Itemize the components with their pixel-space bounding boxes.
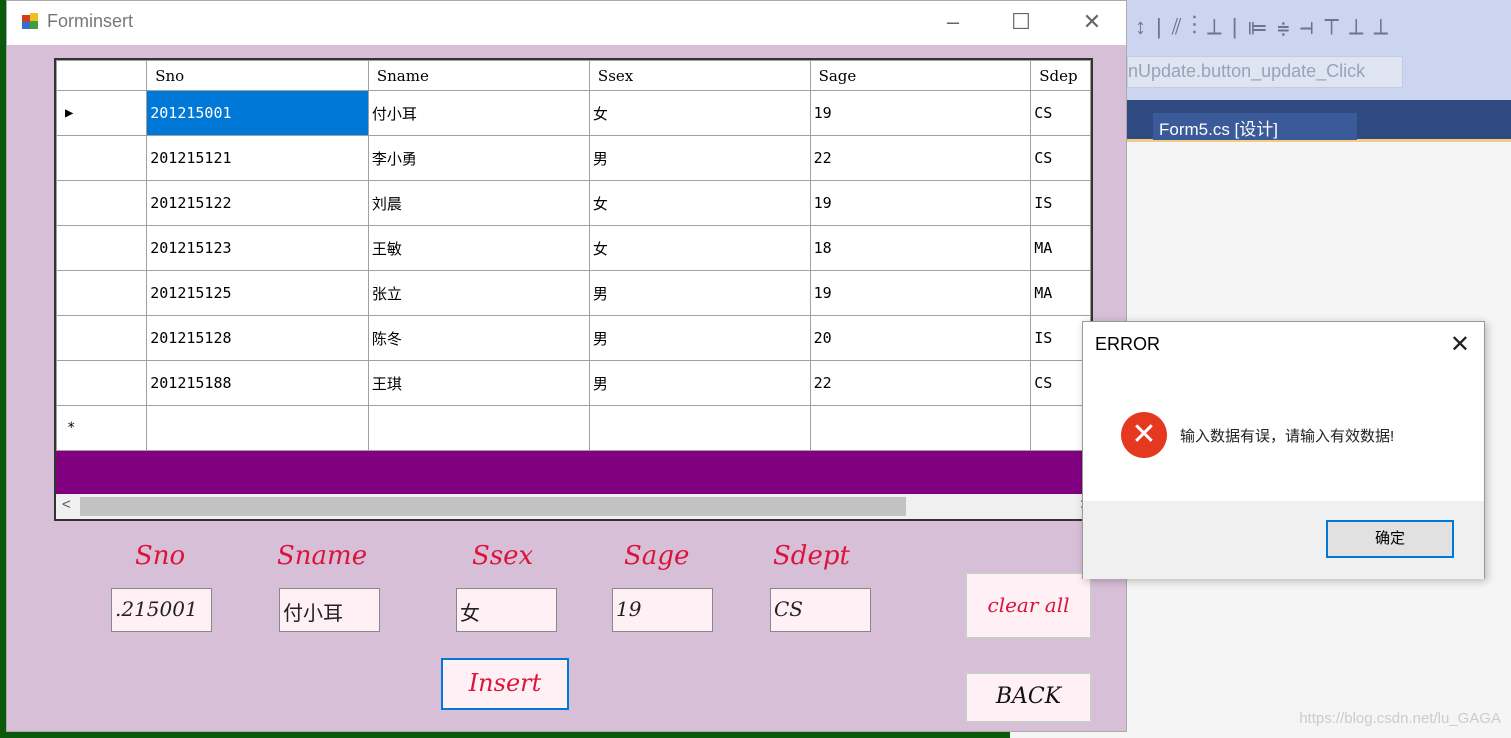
ide-tab-form5[interactable]: Form5.cs [设计] (1153, 113, 1357, 140)
column-header-sdep[interactable]: Sdep (1030, 60, 1091, 91)
table-row[interactable]: 201215125 张立男 19 MA (56, 270, 1091, 316)
cell-ssex[interactable]: 男 (588, 315, 811, 361)
cell-sage[interactable]: 20 (809, 315, 1032, 361)
table-row[interactable]: 201215122 刘晨女 19 IS (56, 180, 1091, 226)
cell-sname[interactable]: 张立 (367, 270, 590, 316)
cell-sname[interactable]: 李小勇 (367, 135, 590, 181)
ssex-input[interactable]: 女 (456, 588, 557, 632)
row-header[interactable] (56, 315, 148, 361)
scrollbar-thumb[interactable] (80, 497, 906, 516)
table-row[interactable]: ▶ 201215001 付小耳女 19 CS (56, 90, 1091, 136)
table-row[interactable]: 201215128 陈冬男 20 IS (56, 315, 1091, 361)
cell-sage[interactable]: 22 (809, 135, 1032, 181)
empty-cell[interactable] (367, 405, 590, 451)
cell-sno[interactable]: 201215128 (146, 315, 369, 361)
row-header[interactable] (56, 135, 148, 181)
ide-layout-tools: ↕|⫽⋮⊥|⊫≑⊣⊤⊥⊥ (1135, 14, 1399, 39)
cell-ssex[interactable]: 男 (588, 360, 811, 406)
cell-sage[interactable]: 19 (809, 270, 1032, 316)
new-row[interactable]: * (56, 405, 1091, 451)
back-button[interactable]: BACK (965, 672, 1092, 723)
sdept-input[interactable]: CS (770, 588, 871, 632)
cell-sname[interactable]: 刘晨 (367, 180, 590, 226)
cell-ssex[interactable]: 女 (588, 90, 811, 136)
cell-sname[interactable]: 王敏 (367, 225, 590, 271)
cell-sno[interactable]: 201215125 (146, 270, 369, 316)
empty-cell[interactable] (146, 405, 369, 451)
table-row[interactable]: 201215121 李小勇男 22 CS (56, 135, 1091, 181)
row-header[interactable] (56, 270, 148, 316)
column-header-ssex[interactable]: Ssex (588, 60, 811, 91)
label-sname: Sname (277, 541, 368, 571)
close-button[interactable]: ✕ (1069, 7, 1115, 37)
cell-sno[interactable]: 201215121 (146, 135, 369, 181)
watermark: https://blog.csdn.net/lu_GAGA (1299, 710, 1501, 727)
column-header-sname[interactable]: Sname (367, 60, 590, 91)
title-bar: Forminsert – ☐ ✕ (7, 1, 1126, 45)
horizontal-scrollbar[interactable]: < > (56, 494, 1091, 519)
cell-sdep[interactable]: MA (1030, 225, 1091, 271)
new-row-marker: * (56, 405, 148, 451)
dialog-title: ERROR (1095, 334, 1161, 354)
cell-sname[interactable]: 陈冬 (367, 315, 590, 361)
cell-sage[interactable]: 19 (809, 90, 1032, 136)
row-header[interactable] (56, 360, 148, 406)
label-sage: Sage (624, 541, 690, 571)
cell-sdep[interactable]: MA (1030, 270, 1091, 316)
cell-sdep[interactable]: IS (1030, 180, 1091, 226)
minimize-button[interactable]: – (930, 7, 976, 37)
clear-all-button[interactable]: clear all (965, 572, 1092, 639)
ide-method-combo[interactable]: nUpdate.button_update_Click (1127, 56, 1403, 88)
label-sdept: Sdept (773, 541, 850, 571)
column-header-sno[interactable]: Sno (146, 60, 369, 91)
scroll-left-icon[interactable]: < (62, 496, 71, 513)
window-title: Forminsert (47, 11, 134, 31)
cell-sage[interactable]: 22 (809, 360, 1032, 406)
cell-sno[interactable]: 201215122 (146, 180, 369, 226)
cell-ssex[interactable]: 男 (588, 135, 811, 181)
table-row[interactable]: 201215123 王敏女 18 MA (56, 225, 1091, 271)
forminsert-window: Forminsert – ☐ ✕ Sno Sname Ssex Sage Sdep ▶ 2… (6, 0, 1127, 732)
students-datagrid[interactable]: Sno Sname Ssex Sage Sdep ▶ 201215001 付小耳女 19 CS 2… (54, 58, 1093, 521)
cell-ssex[interactable]: 女 (588, 225, 811, 271)
row-header[interactable] (56, 180, 148, 226)
cell-sname[interactable]: 王琪 (367, 360, 590, 406)
cell-sno[interactable]: 201215001 (146, 90, 369, 136)
grid-table: Sno Sname Ssex Sage Sdep ▶ 201215001 付小耳女 19 CS 2… (56, 60, 1091, 451)
row-header[interactable] (56, 225, 148, 271)
table-row[interactable]: 201215188 王琪男 22 CS (56, 360, 1091, 406)
cell-sage[interactable]: 18 (809, 225, 1032, 271)
dialog-message: 输入数据有误，请输入有效数据! (1180, 428, 1395, 445)
row-header[interactable]: ▶ (56, 90, 148, 136)
column-header-sage[interactable]: Sage (809, 60, 1032, 91)
cell-ssex[interactable]: 女 (588, 180, 811, 226)
cell-sname[interactable]: 付小耳 (367, 90, 590, 136)
empty-cell[interactable] (809, 405, 1032, 451)
cell-sage[interactable]: 19 (809, 180, 1032, 226)
label-ssex: Ssex (472, 541, 534, 571)
sno-input[interactable]: .215001 (111, 588, 212, 632)
empty-cell[interactable] (588, 405, 811, 451)
label-sno: Sno (135, 541, 186, 571)
insert-button[interactable]: Insert (441, 658, 569, 710)
sage-input[interactable]: 19 (612, 588, 713, 632)
dialog-close-icon[interactable]: ✕ (1450, 330, 1470, 359)
error-dialog: ERROR ✕ ✕ 输入数据有误，请输入有效数据! 确定 (1082, 321, 1485, 579)
error-icon: ✕ (1121, 412, 1167, 458)
maximize-button[interactable]: ☐ (998, 7, 1044, 37)
app-icon (22, 13, 38, 29)
row-header-corner (56, 60, 148, 91)
sname-input[interactable]: 付小耳 (279, 588, 380, 632)
cell-ssex[interactable]: 男 (588, 270, 811, 316)
cell-sdep[interactable]: CS (1030, 135, 1091, 181)
cell-sno[interactable]: 201215123 (146, 225, 369, 271)
cell-sdep[interactable]: CS (1030, 90, 1091, 136)
cell-sno[interactable]: 201215188 (146, 360, 369, 406)
ok-button[interactable]: 确定 (1326, 520, 1454, 558)
